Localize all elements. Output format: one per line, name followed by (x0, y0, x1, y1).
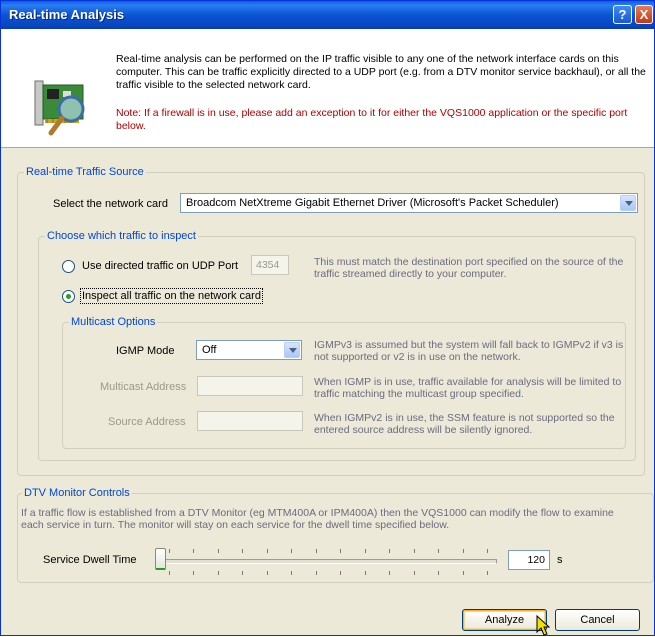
analyze-button[interactable]: Analyze (462, 609, 547, 631)
help-icon: ? (618, 7, 627, 22)
slider-tick (218, 571, 219, 575)
source-address-description: When IGMPv2 is in use, the SSM feature i… (314, 412, 615, 436)
chevron-down-icon[interactable] (620, 195, 636, 211)
close-button[interactable]: X (635, 5, 653, 24)
dtv-monitor-legend: DTV Monitor Controls (22, 487, 132, 499)
all-traffic-radio[interactable] (62, 290, 75, 303)
slider-tick (389, 571, 390, 575)
slider-tick (193, 549, 194, 553)
dwell-time-slider-track[interactable] (161, 559, 497, 564)
slider-tick (487, 549, 488, 553)
source-address-input[interactable] (197, 411, 303, 431)
real-time-analysis-dialog: Real-time Analysis ? X Real-time analysi… (0, 0, 655, 636)
slider-tick (267, 549, 268, 553)
igmp-mode-description: IGMPv3 is assumed but the system will fa… (314, 339, 624, 363)
slider-tick (169, 571, 170, 575)
slider-tick (414, 571, 415, 575)
info-banner: Real-time analysis can be performed on t… (1, 29, 654, 148)
slider-tick (340, 571, 341, 575)
slider-tick (365, 549, 366, 553)
dwell-time-slider-thumb[interactable] (155, 548, 166, 570)
udp-port-input[interactable]: 4354 (251, 255, 289, 275)
slider-tick (169, 549, 170, 553)
multicast-address-description: When IGMP is in use, traffic available f… (314, 376, 622, 400)
udp-port-radio[interactable] (62, 260, 75, 273)
intro-text: Real-time analysis can be performed on t… (116, 53, 646, 91)
slider-tick (242, 571, 243, 575)
source-address-label: Source Address (108, 416, 186, 428)
cancel-button-label: Cancel (580, 614, 615, 626)
network-card-value: Broadcom NetXtreme Gigabit Ethernet Driv… (186, 197, 559, 209)
network-card-select[interactable]: Broadcom NetXtreme Gigabit Ethernet Driv… (180, 193, 638, 213)
slider-tick (193, 571, 194, 575)
network-card-magnifier-icon (34, 80, 85, 136)
title-bar[interactable]: Real-time Analysis ? X (1, 1, 654, 29)
udp-port-description: This must match the destination port spe… (314, 256, 624, 280)
slider-tick (291, 549, 292, 553)
multicast-address-label: Multicast Address (100, 381, 187, 393)
dwell-time-input[interactable]: 120 (508, 550, 550, 570)
udp-port-value: 4354 (256, 259, 280, 271)
help-button[interactable]: ? (613, 5, 632, 24)
dtv-monitor-description: If a traffic flow is established from a … (21, 507, 614, 531)
dwell-time-unit: s (557, 554, 563, 566)
traffic-inspect-legend: Choose which traffic to inspect (45, 230, 198, 242)
slider-tick (267, 571, 268, 575)
igmp-mode-label: IGMP Mode (116, 345, 175, 357)
window-title: Real-time Analysis (9, 7, 125, 22)
slider-tick (463, 571, 464, 575)
chevron-down-icon[interactable] (284, 342, 300, 358)
firewall-note: Note: If a firewall is in use, please ad… (116, 107, 628, 132)
slider-tick (242, 549, 243, 553)
slider-tick (316, 571, 317, 575)
slider-tick (316, 549, 317, 553)
analyze-button-label: Analyze (484, 614, 525, 626)
dwell-time-label: Service Dwell Time (43, 554, 137, 566)
network-card-label: Select the network card (53, 198, 168, 210)
slider-tick (365, 571, 366, 575)
slider-tick (414, 549, 415, 553)
close-icon: X (639, 7, 649, 22)
igmp-mode-value: Off (202, 344, 217, 356)
slider-tick (487, 571, 488, 575)
cancel-button[interactable]: Cancel (555, 609, 640, 631)
slider-tick (291, 571, 292, 575)
dwell-time-value: 120 (527, 554, 545, 566)
slider-tick (463, 549, 464, 553)
pointer-cursor-icon (536, 615, 551, 636)
slider-tick (438, 571, 439, 575)
all-traffic-label[interactable]: Inspect all traffic on the network card (80, 288, 263, 304)
slider-tick (438, 549, 439, 553)
slider-tick (218, 549, 219, 553)
multicast-address-input[interactable] (197, 376, 303, 396)
multicast-options-legend: Multicast Options (69, 316, 158, 328)
udp-port-label[interactable]: Use directed traffic on UDP Port (82, 260, 238, 272)
igmp-mode-select[interactable]: Off (196, 340, 302, 360)
traffic-source-legend: Real-time Traffic Source (24, 166, 146, 178)
slider-tick (340, 549, 341, 553)
slider-tick (389, 549, 390, 553)
